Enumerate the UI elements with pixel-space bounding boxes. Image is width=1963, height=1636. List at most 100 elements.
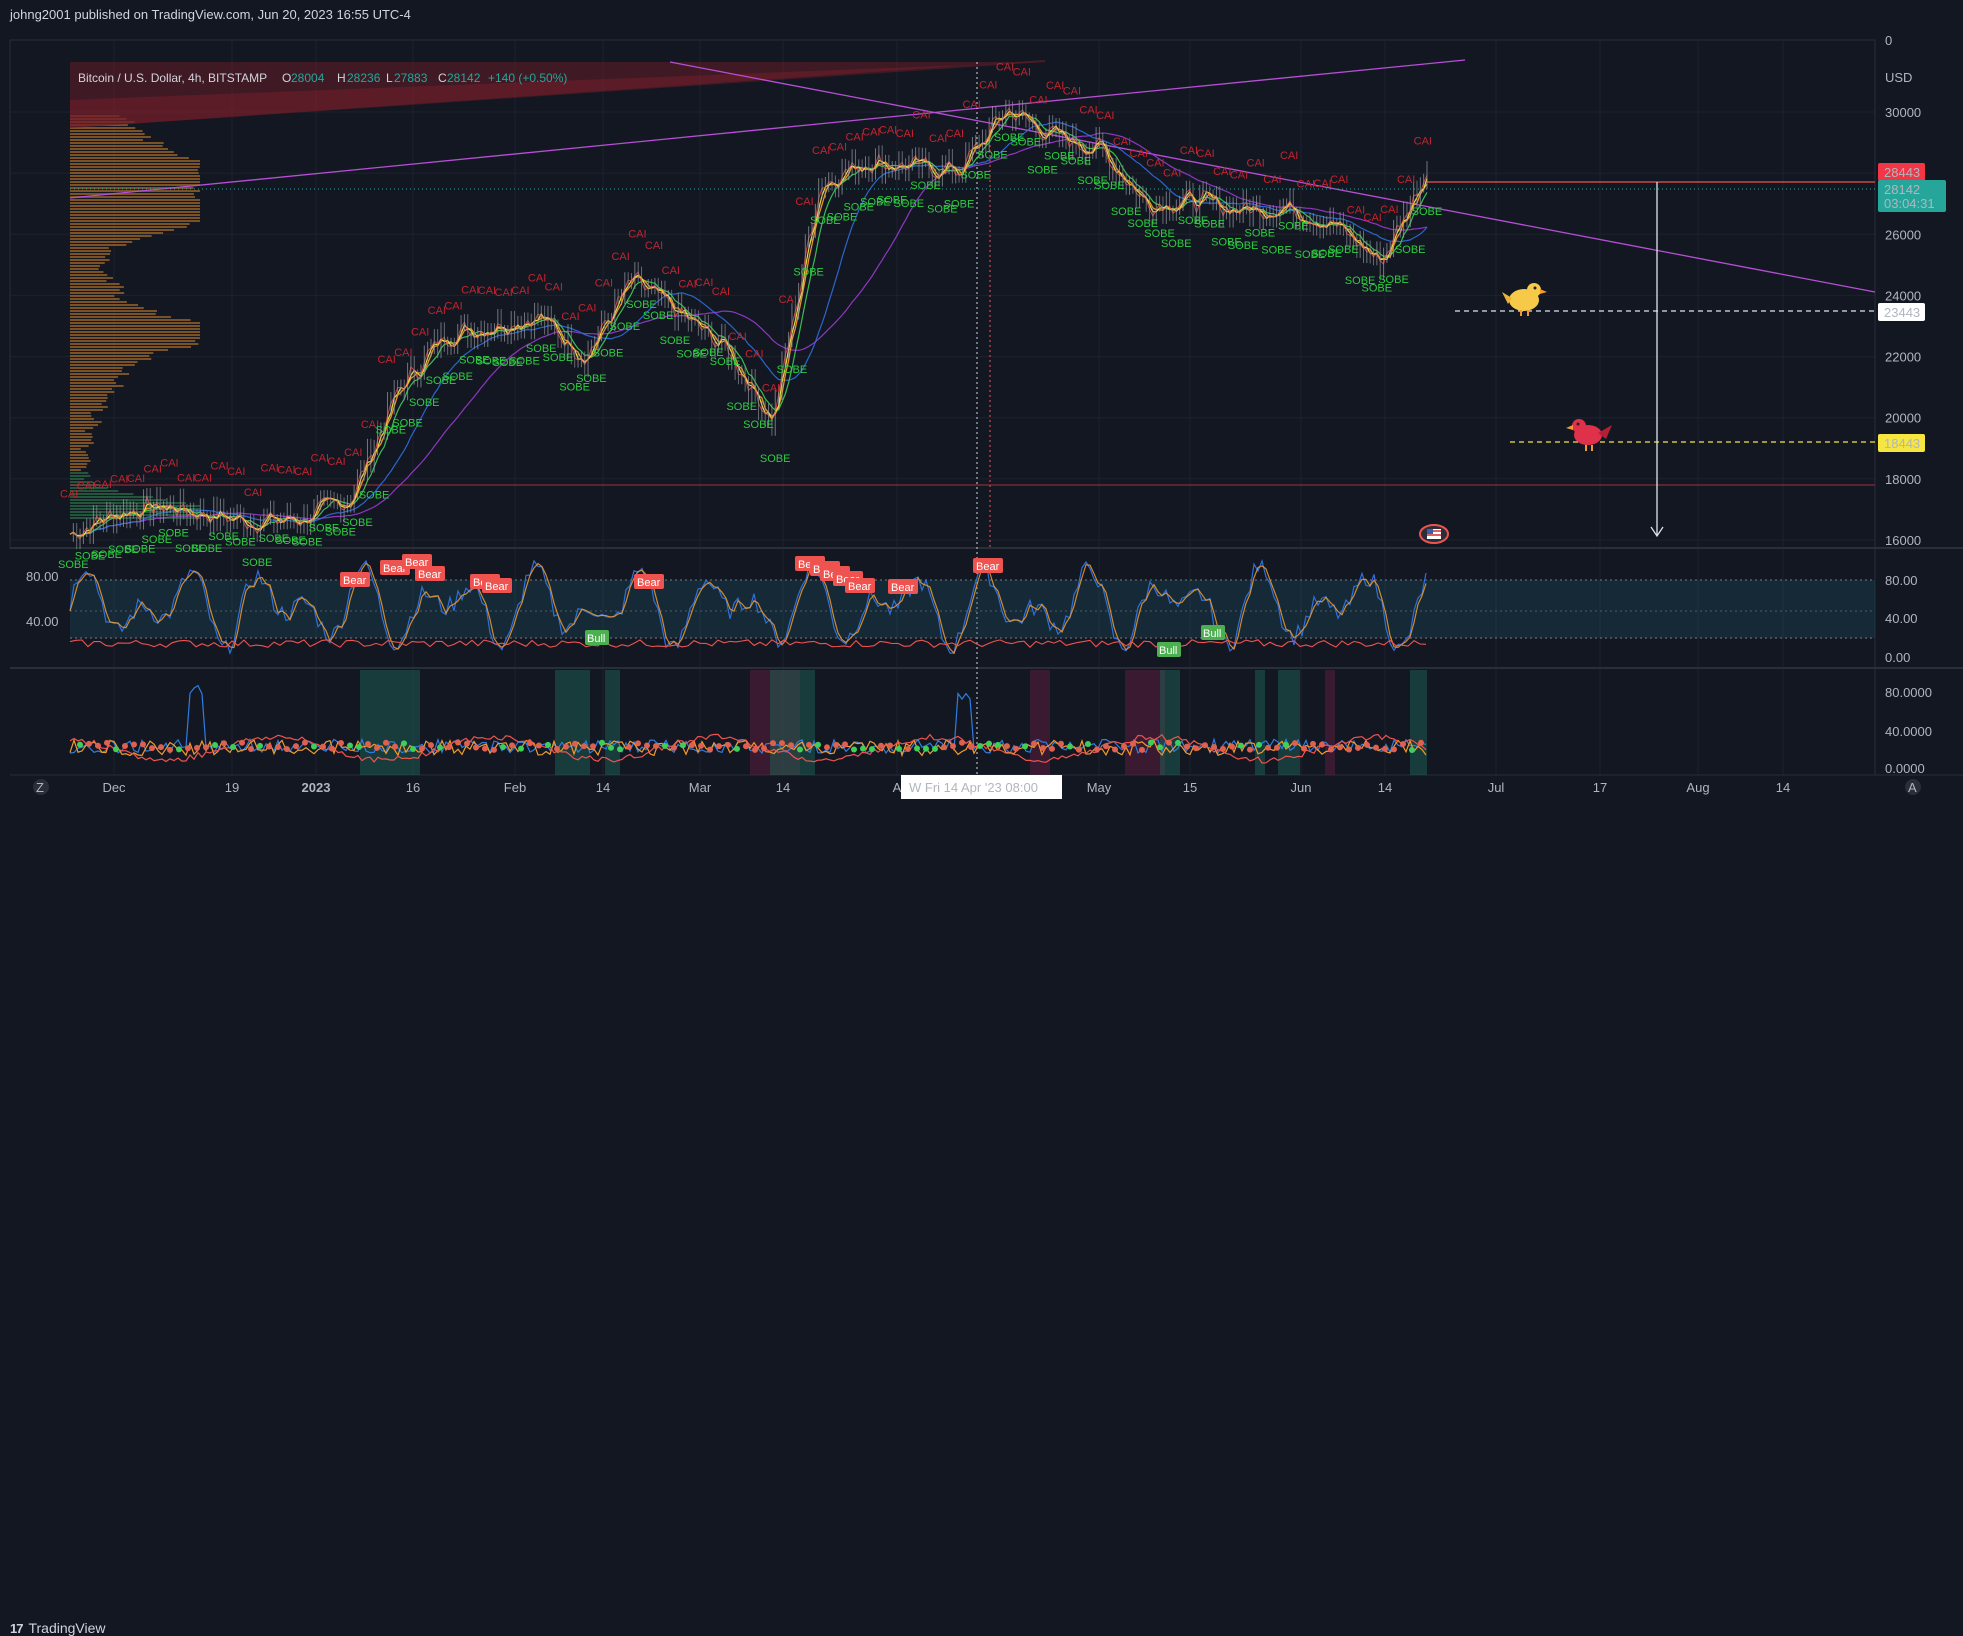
cai-label: CAI <box>1079 104 1097 116</box>
time-tick: 16 <box>406 780 420 795</box>
sobe-label: SOBE <box>1412 206 1443 218</box>
sobe-label: SOBE <box>1228 240 1259 252</box>
price-tick: 22000 <box>1885 350 1921 365</box>
cai-label: CAI <box>344 447 362 459</box>
tradingview-logo[interactable]: 17 TradingView <box>10 1620 106 1636</box>
time-tick: Mar <box>689 780 712 795</box>
legend-c-value: 28142 <box>447 71 481 85</box>
cai-label: CAI <box>695 277 713 289</box>
cai-label: CAI <box>1063 85 1081 97</box>
sobe-label: SOBE <box>342 517 373 529</box>
sobe-label: SOBE <box>660 335 691 347</box>
cai-label: CAI <box>277 465 295 477</box>
cai-label: CAI <box>678 278 696 290</box>
legend-h-value: 28236 <box>347 71 381 85</box>
cai-label: CAI <box>662 265 680 277</box>
sobe-label: SOBE <box>593 348 624 360</box>
cai-label: CAI <box>93 479 111 491</box>
sobe-label: SOBE <box>1161 238 1192 250</box>
price-axis-top-tick: 0 <box>1885 33 1892 48</box>
cai-label: CAI <box>444 301 462 313</box>
cai-label: CAI <box>1130 148 1148 160</box>
sobe-label: SOBE <box>1378 274 1409 286</box>
cai-label: CAI <box>177 473 195 485</box>
sobe-label: SOBE <box>1278 221 1309 233</box>
sobe-label: SOBE <box>409 397 440 409</box>
zoom-button-label: Z <box>36 780 44 795</box>
cai-label: CAI <box>762 382 780 394</box>
cai-label: CAI <box>896 128 914 140</box>
cai-label: CAI <box>1280 150 1298 162</box>
auto-scale-button-label: A <box>1908 780 1917 795</box>
cai-label: CAI <box>311 452 329 464</box>
sobe-label: SOBE <box>1011 137 1042 149</box>
cai-label: CAI <box>628 229 646 241</box>
cai-label: CAI <box>294 466 312 478</box>
sobe-label: SOBE <box>543 352 574 364</box>
cai-label: CAI <box>829 141 847 153</box>
cai-label: CAI <box>60 488 78 500</box>
cai-label: CAI <box>210 461 228 473</box>
cai-label: CAI <box>645 240 663 252</box>
legend-l-value: 27883 <box>394 71 428 85</box>
sobe-label: SOBE <box>777 364 808 376</box>
bear-label: Bear <box>418 569 442 581</box>
time-tick: 15 <box>1183 780 1197 795</box>
last-price-text: 28142 <box>1884 182 1920 197</box>
osc2-right-tick-40: 40.0000 <box>1885 724 1932 739</box>
sobe-label: SOBE <box>192 543 223 555</box>
osc2-right-tick-80: 80.0000 <box>1885 685 1932 700</box>
osc1-right-tick-80: 80.00 <box>1885 573 1918 588</box>
oscillator-1: BearBearBearBearBear BearBearBear BearBear… <box>69 554 1875 657</box>
cai-label: CAI <box>728 331 746 343</box>
sobe-label: SOBE <box>1027 165 1058 177</box>
bear-label: Bear <box>343 575 367 587</box>
cai-label: CAI <box>845 131 863 143</box>
sobe-label: SOBE <box>960 169 991 181</box>
cai-label: CAI <box>1180 145 1198 157</box>
legend-l-label: L <box>386 71 393 85</box>
cai-label: CAI <box>1213 166 1231 178</box>
sobe-label: SOBE <box>710 356 741 368</box>
cai-label: CAI <box>712 286 730 298</box>
cai-label: CAI <box>912 110 930 122</box>
legend-c-label: C <box>438 71 447 85</box>
time-tick: A <box>893 780 902 795</box>
time-tick: 14 <box>776 780 790 795</box>
price-tick: 26000 <box>1885 227 1921 242</box>
chart-area[interactable]: CAI SOBE CAI SOBE CAI SOBE CAI SOBE CAI SOBE CAI SO… <box>0 0 1963 836</box>
cai-label: CAI <box>979 79 997 91</box>
cai-label: CAI <box>127 473 145 485</box>
cai-label: CAI <box>578 303 596 315</box>
cai-label: CAI <box>511 285 529 297</box>
cai-label: CAI <box>611 251 629 263</box>
oscillator-2 <box>69 670 1427 775</box>
chart-legend: Bitcoin / U.S. Dollar, 4h, BITSTAMP O 28… <box>78 71 567 85</box>
time-axis[interactable]: Dec 19 2023 16 Feb 14 Mar 14 A May 15 Jun 14 Jul 17 Aug… <box>33 775 1921 799</box>
sobe-label: SOBE <box>359 490 390 502</box>
price-tick: 16000 <box>1885 533 1921 548</box>
price-tick: 20000 <box>1885 411 1921 426</box>
bear-label: Bear <box>976 561 1000 573</box>
cai-label: CAI <box>144 464 162 476</box>
cai-label: CAI <box>862 126 880 138</box>
bear-label: Bear <box>848 581 872 593</box>
cai-label: CAI <box>461 284 479 296</box>
sobe-label: SOBE <box>1194 218 1225 230</box>
cai-label: CAI <box>1146 158 1164 170</box>
sobe-label: SOBE <box>158 528 189 540</box>
bear-label: Bear <box>485 581 509 593</box>
cai-label: CAI <box>929 133 947 145</box>
cai-label: CAI <box>1397 174 1415 186</box>
sobe-label: SOBE <box>643 310 674 322</box>
osc1-left-tick-80: 80.00 <box>26 569 59 584</box>
osc2-right-tick-0: 0.0000 <box>1885 761 1925 776</box>
tradingview-logo-icon: 17 <box>10 1620 24 1636</box>
flag-badge-icon[interactable] <box>1419 524 1449 544</box>
sobe-label: SOBE <box>442 371 473 383</box>
price-tick: 30000 <box>1885 105 1921 120</box>
price-axis[interactable]: 0 USD 3000028000260002400022000200001800… <box>1878 33 1946 548</box>
cai-label: CAI <box>411 327 429 339</box>
cai-label: CAI <box>1313 178 1331 190</box>
cai-label: CAI <box>879 124 897 136</box>
